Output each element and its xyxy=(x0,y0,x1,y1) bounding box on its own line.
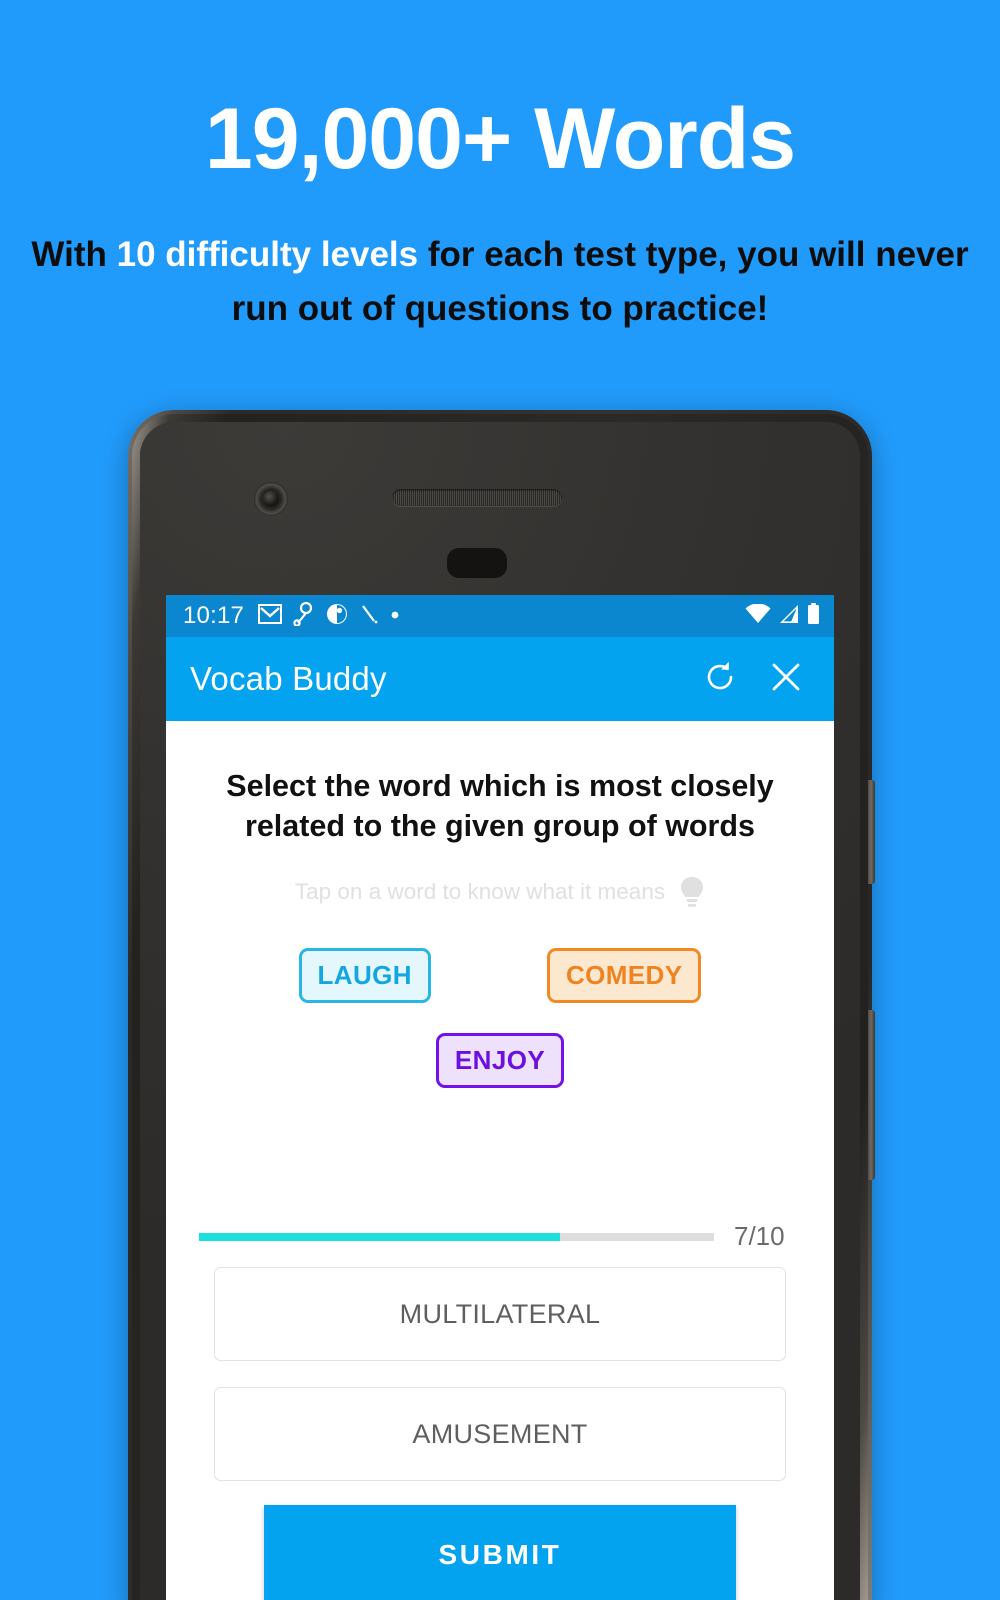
battery-icon xyxy=(807,602,820,630)
phone-screen-area: 10:17 Vocab Buddy Select the word which … xyxy=(140,422,860,1600)
word-chip-comedy[interactable]: COMEDY xyxy=(546,948,702,1004)
promo-banner: 19,000+ Words With 10 difficulty levels … xyxy=(0,0,1000,400)
earpiece-speaker-icon xyxy=(392,489,562,506)
slash-icon xyxy=(359,603,379,630)
android-status-bar: 10:17 xyxy=(166,595,834,637)
question-text: Select the word which is most closely re… xyxy=(226,769,774,843)
person-key-icon xyxy=(293,601,315,631)
promo-subtitle-part-0: With xyxy=(31,235,117,274)
promo-subtitle: With 10 difficulty levels for each test … xyxy=(30,228,970,337)
app-screen: 10:17 Vocab Buddy Select the word which … xyxy=(166,595,834,1600)
progress-fill xyxy=(199,1232,560,1241)
progress-track xyxy=(199,1232,714,1241)
app-bar: Vocab Buddy xyxy=(166,637,834,721)
status-notification-icons xyxy=(258,601,745,631)
answer-option-label: AMUSEMENT xyxy=(412,1418,588,1449)
word-chip-laugh[interactable]: LAUGH xyxy=(298,948,431,1004)
gmail-icon xyxy=(258,603,283,629)
submit-wrap: SUBMIT xyxy=(264,1505,736,1600)
circle-half-icon xyxy=(326,603,348,630)
power-button[interactable] xyxy=(868,780,875,884)
hint-row: Tap on a word to know what it means xyxy=(166,876,834,908)
word-chip-label: LAUGH xyxy=(317,960,412,991)
signal-icon xyxy=(778,604,800,629)
promo-title: 19,000+ Words xyxy=(204,91,796,187)
status-time: 10:17 xyxy=(183,602,245,629)
answer-option-multilateral[interactable]: MULTILATERAL xyxy=(214,1267,786,1361)
word-chip-enjoy[interactable]: ENJOY xyxy=(435,1033,565,1089)
refresh-icon xyxy=(703,660,737,699)
close-button[interactable] xyxy=(760,653,812,705)
submit-button[interactable]: SUBMIT xyxy=(264,1505,736,1600)
front-camera-icon xyxy=(254,482,288,516)
word-chips-row-bottom: ENJOY xyxy=(166,1033,834,1089)
close-icon xyxy=(770,661,802,698)
hint-text: Tap on a word to know what it means xyxy=(294,879,666,905)
refresh-button[interactable] xyxy=(694,653,746,705)
lightbulb-icon xyxy=(679,876,705,908)
quiz-progress: 7/10 xyxy=(199,1221,806,1252)
promo-subtitle-highlight: 10 difficulty levels xyxy=(116,235,419,274)
word-chip-label: COMEDY xyxy=(565,960,683,991)
answer-option-label: MULTILATERAL xyxy=(399,1298,601,1329)
progress-label: 7/10 xyxy=(734,1221,785,1251)
word-chips-row-top: LAUGH COMEDY xyxy=(166,948,834,1004)
dot-icon xyxy=(390,607,400,625)
quiz-content: Select the word which is most closely re… xyxy=(166,767,834,1600)
volume-button[interactable] xyxy=(868,1010,875,1180)
answer-option-amusement[interactable]: AMUSEMENT xyxy=(214,1387,786,1481)
wifi-icon xyxy=(745,602,771,629)
phone-device: 10:17 Vocab Buddy Select the word which … xyxy=(128,410,875,1600)
word-chip-label: ENJOY xyxy=(454,1045,546,1076)
answer-options: MULTILATERAL AMUSEMENT xyxy=(214,1267,786,1507)
app-title: Vocab Buddy xyxy=(190,660,387,697)
status-system-icons xyxy=(745,602,820,630)
sensor-pill-icon xyxy=(447,548,507,578)
